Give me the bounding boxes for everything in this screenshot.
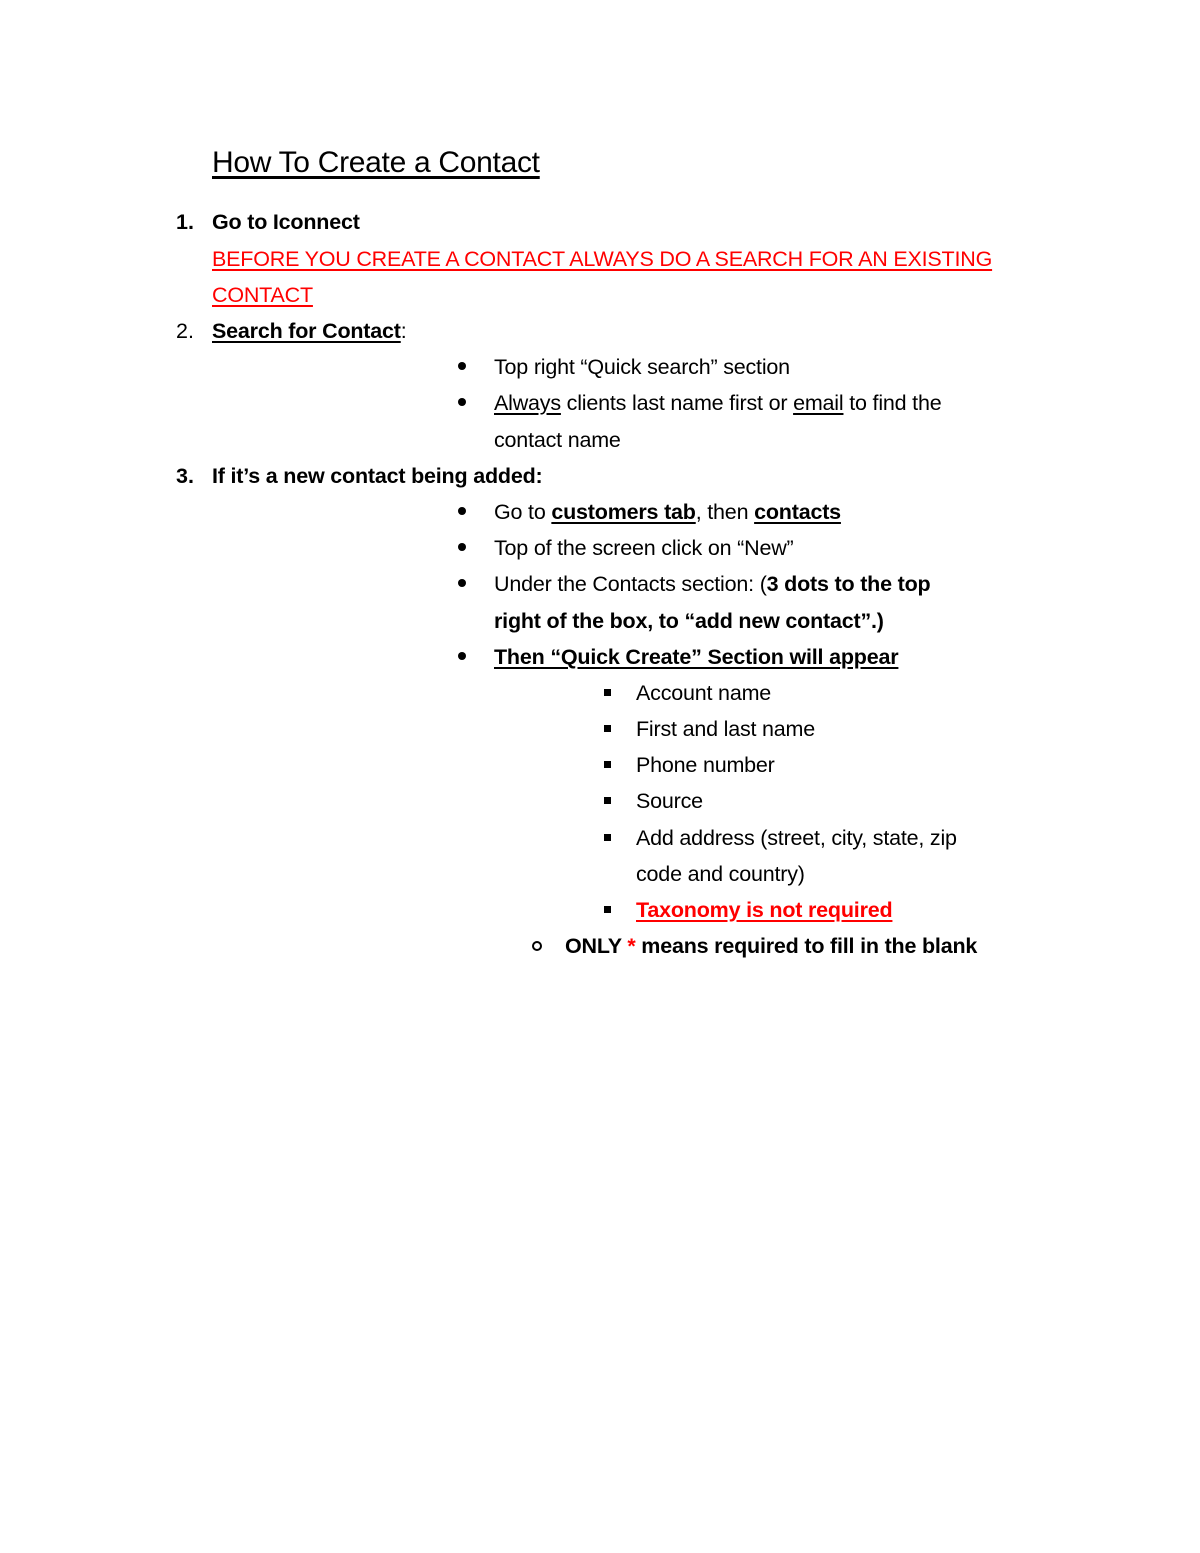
document-title: How To Create a Contact — [212, 146, 540, 179]
step-2-bullet-2-line-2: contact name — [494, 428, 621, 452]
bullet-square-icon — [604, 761, 611, 768]
field-source: Source — [636, 789, 703, 813]
step-3-bullet-2: Top of the screen click on “New” — [494, 536, 794, 560]
bullet-dot-icon — [458, 652, 466, 660]
field-phone-number: Phone number — [636, 753, 775, 777]
step-2-bullet-2-part-1: Always — [494, 391, 561, 415]
required-note: ONLY * means required to fill in the bla… — [565, 933, 977, 959]
step-2-bullet-2: Always clients last name first or email … — [494, 390, 942, 416]
bullet-square-icon — [604, 797, 611, 804]
document-page: How To Create a Contact 1. Go to Iconnec… — [0, 0, 1200, 1553]
step-3-bullet-4: Then “Quick Create” Section will appear — [494, 645, 899, 669]
step-3-bullet-3-part-2: ( — [759, 572, 767, 596]
step-2-label-suffix: : — [400, 319, 407, 343]
step-2-bullet-2-part-4: to find the — [843, 391, 942, 415]
bullet-square-icon — [604, 834, 611, 841]
field-account-name: Account name — [636, 681, 772, 705]
step-3-number: 3. — [176, 464, 194, 488]
required-note-part-2: means required to fill in the blank — [635, 934, 978, 958]
field-address-line-2: code and country) — [636, 862, 805, 886]
step-3-bullet-1: Go to customers tab, then contacts — [494, 499, 841, 525]
step-1-warning-line-1: BEFORE YOU CREATE A CONTACT ALWAYS DO A … — [212, 247, 993, 271]
bullet-dot-icon — [458, 579, 466, 587]
bullet-circle-icon — [532, 941, 542, 951]
bullet-square-icon — [604, 725, 611, 732]
bullet-square-icon — [604, 906, 611, 913]
step-2-bullet-2-part-3: email — [793, 391, 844, 415]
step-2-bullet-1: Top right “Quick search” section — [494, 355, 790, 379]
bullet-dot-icon — [458, 543, 466, 551]
step-2-bullet-2-part-2: clients last name first or — [560, 391, 794, 415]
field-address-line-1: Add address (street, city, state, zip — [636, 826, 957, 850]
bullet-square-icon — [604, 689, 611, 696]
step-2-label-row: Search for Contact: — [212, 318, 407, 344]
step-3-bullet-1-part-3: , then — [695, 500, 755, 524]
step-3-bullet-1-part-1: Go to — [494, 500, 552, 524]
step-3-bullet-3-part-1: Under the Contacts section: — [494, 572, 760, 596]
bullet-dot-icon — [458, 362, 466, 370]
field-first-last-name: First and last name — [636, 717, 816, 741]
step-1-number: 1. — [176, 210, 194, 234]
required-asterisk: * — [627, 934, 636, 958]
step-3-bullet-3-line-2: right of the box, to “add new contact”.) — [494, 609, 884, 633]
step-2-number: 2. — [176, 319, 194, 343]
step-1-warning-line-2: CONTACT — [212, 283, 313, 307]
step-3-bullet-3-part-3: 3 dots to the top — [766, 572, 931, 596]
bullet-dot-icon — [458, 507, 466, 515]
step-3-bullet-1-part-2: customers tab — [551, 500, 696, 524]
step-1-label: Go to Iconnect — [212, 210, 360, 234]
step-3-bullet-3: Under the Contacts section: (3 dots to t… — [494, 571, 931, 597]
step-3-bullet-1-part-4: contacts — [754, 500, 841, 524]
bullet-dot-icon — [458, 398, 466, 406]
required-note-part-1: ONLY — [565, 934, 628, 958]
field-taxonomy-note: Taxonomy is not required — [636, 898, 893, 922]
step-2-label: Search for Contact — [212, 319, 401, 343]
step-3-label: If it’s a new contact being added: — [212, 464, 543, 488]
